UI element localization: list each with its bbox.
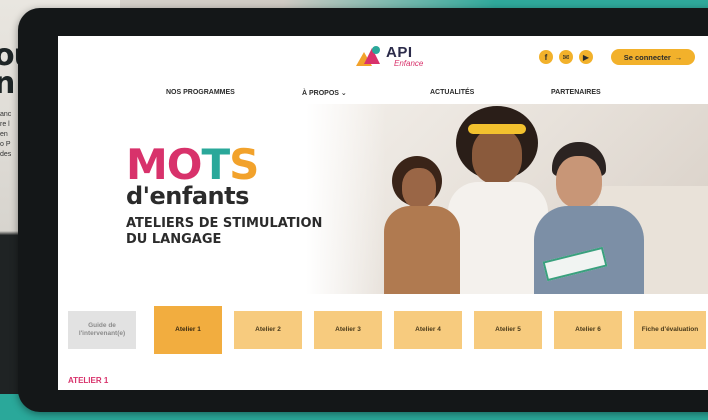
hero-photo-man-face: [556, 156, 602, 208]
tab-atelier-5[interactable]: Atelier 5: [474, 311, 542, 349]
tab-atelier-4[interactable]: Atelier 4: [394, 311, 462, 349]
hero-title: MOTS: [126, 140, 259, 189]
nav-item-actualites[interactable]: ACTUALITÉS: [430, 89, 474, 96]
hero-photo-fade: [306, 104, 386, 294]
hero-photo-headband: [468, 124, 526, 134]
tab-atelier-1[interactable]: Atelier 1: [154, 306, 222, 354]
logo-title: API: [386, 43, 413, 61]
section-title: ATELIER 1: [68, 376, 109, 385]
tab-fiche-evaluation[interactable]: Fiche d'évaluation: [634, 311, 706, 349]
main-nav: NOS PROGRAMMES À PROPOS ⌄ ACTUALITÉS PAR…: [58, 86, 708, 102]
hero-photo-woman-shirt: [448, 182, 548, 294]
laptop-frame: API Enfance f ✉ ▶ Se connecter → NOS PRO…: [18, 8, 708, 412]
tab-atelier-2[interactable]: Atelier 2: [234, 311, 302, 349]
nav-item-partenaires[interactable]: PARTENAIRES: [551, 89, 601, 96]
background-heading-line2: n: [0, 66, 15, 101]
hero-tagline: ATELIERS DE STIMULATION DU LANGAGE: [126, 216, 323, 247]
mail-icon[interactable]: ✉: [559, 50, 573, 64]
arrow-right-icon: →: [674, 52, 683, 62]
hero-photo-child-face: [402, 168, 436, 208]
site-header: API Enfance f ✉ ▶ Se connecter →: [58, 36, 708, 78]
login-label: Se connecter: [623, 52, 671, 62]
chevron-down-icon: ⌄: [340, 90, 347, 97]
tab-atelier-3[interactable]: Atelier 3: [314, 311, 382, 349]
nav-item-a-propos[interactable]: À PROPOS ⌄: [302, 89, 347, 97]
youtube-icon[interactable]: ▶: [579, 50, 593, 64]
hero-photo-woman-face: [472, 128, 522, 184]
hero-subtitle: d'enfants: [126, 182, 249, 210]
workshop-tabs: Guide de l'intervenant(e) Atelier 1 Atel…: [58, 306, 708, 358]
hero-photo-child-body: [384, 206, 460, 294]
login-button[interactable]: Se connecter →: [611, 49, 695, 65]
browser-screen: API Enfance f ✉ ▶ Se connecter → NOS PRO…: [58, 36, 708, 390]
logo-subtitle: Enfance: [394, 58, 424, 68]
tab-guide[interactable]: Guide de l'intervenant(e): [68, 311, 136, 349]
social-links: f ✉ ▶: [539, 50, 593, 64]
nav-item-programmes[interactable]: NOS PROGRAMMES: [166, 89, 235, 96]
facebook-icon[interactable]: f: [539, 50, 553, 64]
tab-atelier-6[interactable]: Atelier 6: [554, 311, 622, 349]
site-logo[interactable]: API Enfance: [354, 42, 423, 70]
logo-mark-icon: [354, 44, 384, 68]
